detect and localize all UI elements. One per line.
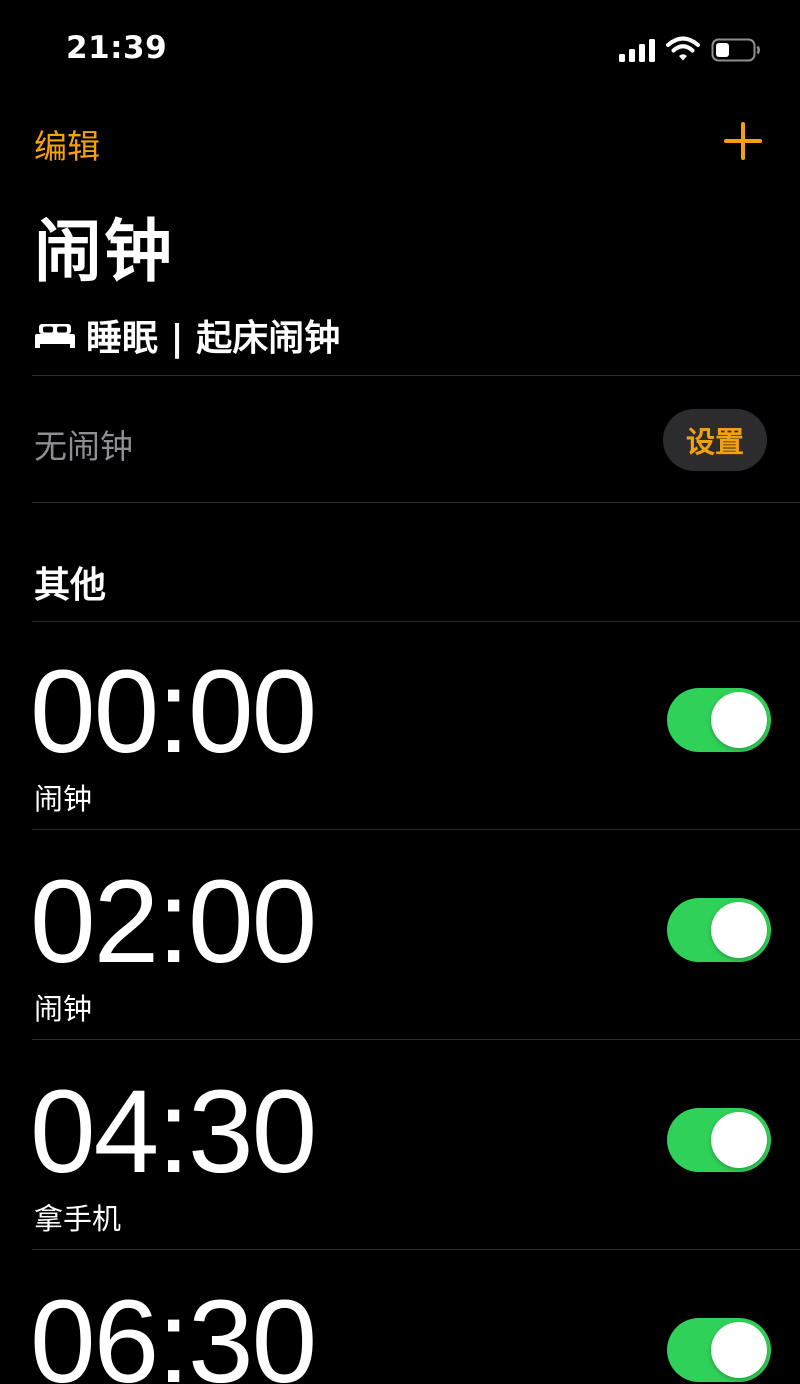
alarm-toggle[interactable]: [667, 688, 771, 752]
alarm-toggle[interactable]: [667, 1108, 771, 1172]
bed-icon: [35, 324, 75, 348]
alarm-time: 00:00: [30, 646, 317, 778]
status-time: 21:39: [66, 30, 168, 66]
alarm-row[interactable]: 06:30: [0, 1260, 800, 1384]
alarm-time: 06:30: [30, 1276, 317, 1384]
status-bar: 21:39: [0, 0, 800, 100]
alarm-time: 04:30: [30, 1066, 317, 1198]
alarm-row[interactable]: 04:30 拿手机: [0, 1050, 800, 1260]
alarm-time: 02:00: [30, 856, 317, 988]
alarm-toggle[interactable]: [667, 898, 771, 962]
alarm-toggle[interactable]: [667, 1318, 771, 1382]
divider: [32, 502, 800, 503]
divider: [32, 829, 800, 830]
toggle-knob: [711, 1112, 767, 1168]
cellular-signal-icon: [619, 38, 655, 62]
toggle-knob: [711, 1322, 767, 1378]
divider: [32, 1249, 800, 1250]
alarm-label: 拿手机: [34, 1202, 122, 1236]
divider: [32, 621, 800, 622]
alarm-label: 闹钟: [34, 782, 93, 816]
divider: [32, 1039, 800, 1040]
toggle-knob: [711, 902, 767, 958]
setup-button[interactable]: 设置: [663, 409, 767, 471]
sleep-section-header: 睡眠 | 起床闹钟: [34, 310, 340, 360]
others-section-header: 其他: [34, 565, 107, 606]
divider: [32, 375, 800, 376]
battery-icon: [711, 38, 760, 62]
sleep-section-label: 睡眠 | 起床闹钟: [86, 318, 341, 359]
nav-bar: 编辑: [0, 112, 800, 172]
alarm-label: 闹钟: [34, 992, 93, 1026]
edit-button[interactable]: 编辑: [34, 120, 100, 168]
toggle-knob: [711, 692, 767, 748]
no-alarm-text: 无闹钟: [34, 427, 133, 466]
alarm-row[interactable]: 02:00 闹钟: [0, 840, 800, 1050]
add-alarm-button[interactable]: [722, 120, 764, 162]
page-title: 闹钟: [34, 213, 175, 292]
alarm-row[interactable]: 00:00 闹钟: [0, 630, 800, 840]
wifi-icon: [666, 36, 700, 61]
